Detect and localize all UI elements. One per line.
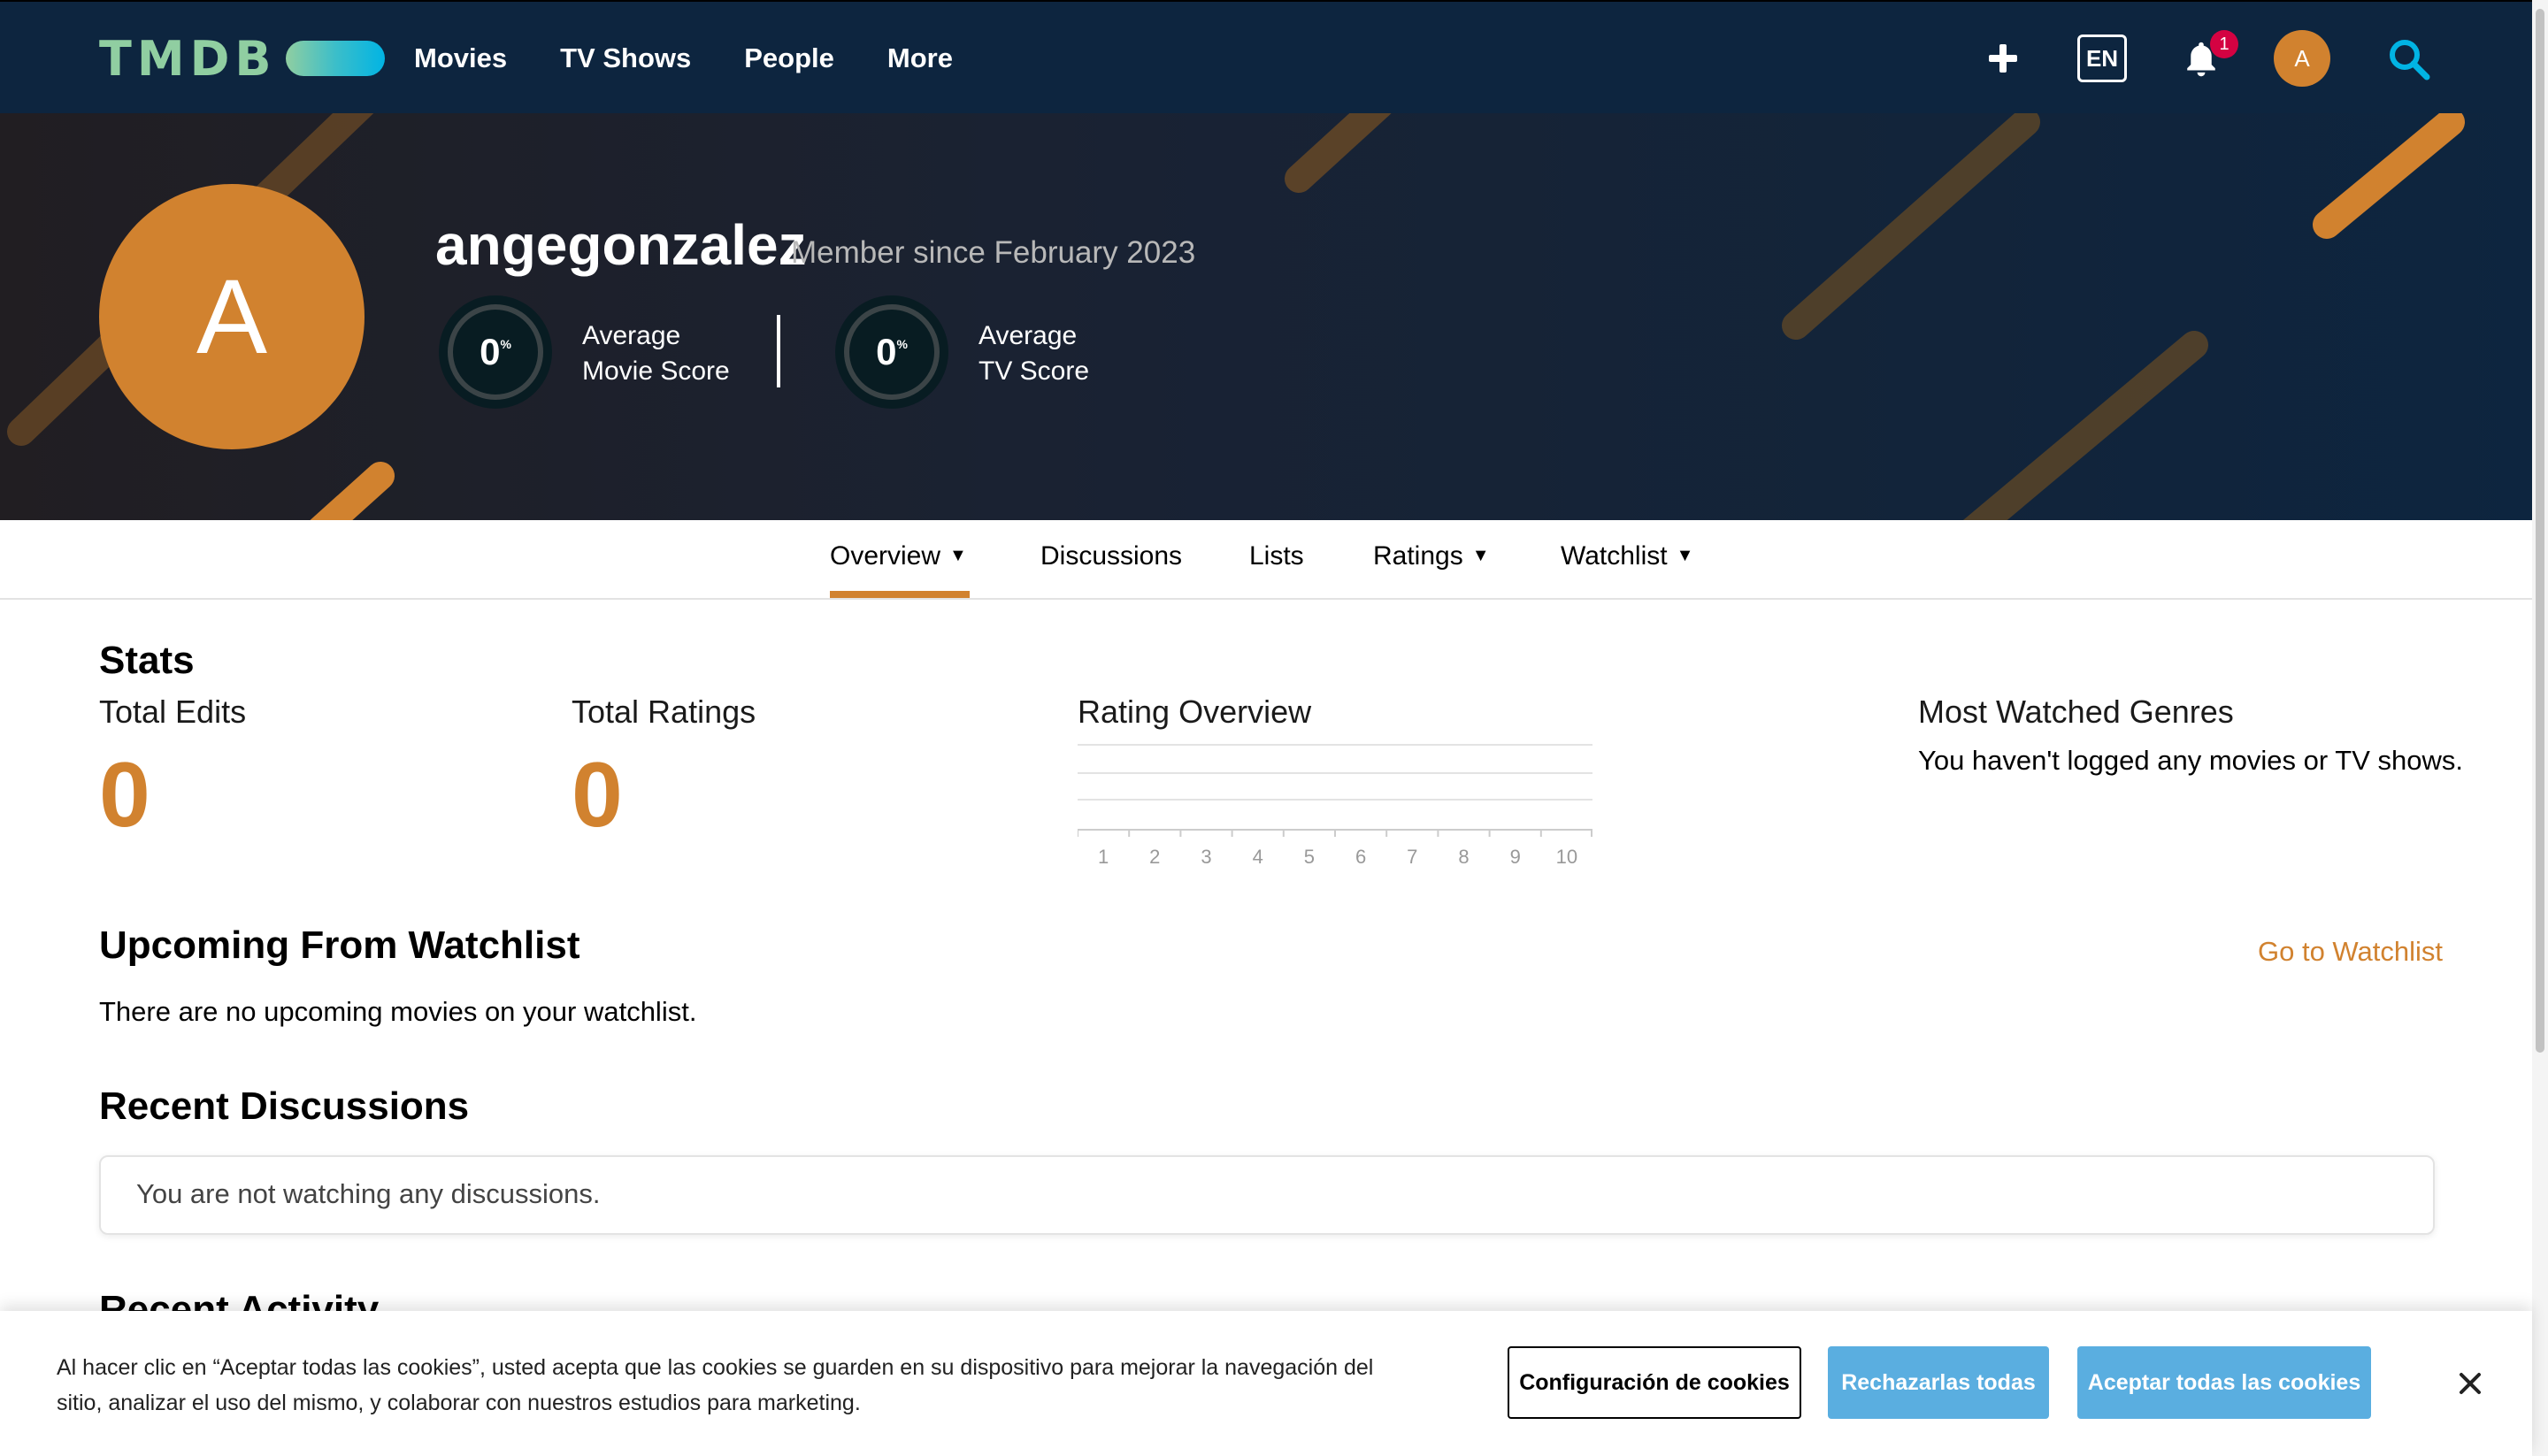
profile-username: angegonzalez — [435, 213, 807, 277]
logo-text: TMDB — [99, 30, 277, 87]
tab-overview[interactable]: Overview ▼ — [830, 541, 967, 571]
tmdb-logo[interactable]: TMDB — [99, 30, 385, 87]
rating-overview-label: Rating Overview — [1078, 694, 1312, 730]
score-divider — [777, 315, 780, 387]
tv-score-label: Average TV Score — [979, 321, 1090, 386]
go-to-watchlist-link[interactable]: Go to Watchlist — [2258, 936, 2443, 968]
tv-score-circle: 0% — [835, 295, 948, 409]
nav-item-more[interactable]: More — [887, 37, 953, 80]
total-edits-value: 0 — [99, 744, 150, 847]
rating-axis-label: 4 — [1253, 846, 1263, 868]
nav-item-tv-shows[interactable]: TV Shows — [560, 37, 691, 80]
stats-heading: Stats — [99, 639, 195, 682]
rating-axis-label: 1 — [1098, 846, 1109, 868]
cookie-consent-text: Al hacer clic en “Aceptar todas las cook… — [57, 1355, 1374, 1415]
top-navigation-bar: TMDB Movies TV Shows People More EN 1 A — [0, 0, 2532, 113]
rating-axis-label: 2 — [1149, 846, 1160, 868]
logo-pill-shape — [285, 41, 385, 76]
nav-item-people[interactable]: People — [744, 37, 834, 80]
movie-score-label: Average Movie Score — [582, 321, 730, 386]
rating-axis-label: 6 — [1355, 846, 1366, 868]
most-watched-genres-label: Most Watched Genres — [1918, 694, 2234, 730]
user-avatar-button[interactable]: A — [2274, 30, 2330, 87]
close-icon[interactable] — [2456, 1369, 2484, 1398]
total-edits-label: Total Edits — [99, 694, 247, 730]
profile-tabs: Overview ▼ Discussions Lists Ratings ▼ Wat… — [0, 520, 2532, 600]
main-nav: Movies TV Shows People More — [414, 37, 953, 80]
rating-axis-label: 3 — [1201, 846, 1211, 868]
tab-watchlist[interactable]: Watchlist ▼ — [1561, 541, 1693, 571]
genres-empty-message: You haven't logged any movies or TV show… — [1918, 745, 2463, 776]
rating-axis-label: 7 — [1407, 846, 1417, 868]
search-icon[interactable] — [2387, 37, 2431, 81]
rating-overview-chart: 1 2 3 4 5 6 7 8 9 10 — [1078, 744, 1592, 868]
tv-score-value: 0% — [876, 331, 908, 372]
movie-score-circle: 0% — [439, 295, 552, 409]
tab-ratings[interactable]: Ratings ▼ — [1373, 541, 1490, 571]
upcoming-empty-message: There are no upcoming movies on your wat… — [99, 996, 697, 1027]
active-tab-indicator — [830, 591, 970, 598]
member-since: Member since February 2023 — [791, 235, 1196, 270]
reject-all-cookies-button[interactable]: Rechazarlas todas — [1828, 1346, 2049, 1419]
upcoming-heading: Upcoming From Watchlist — [99, 923, 580, 967]
page-scrollbar[interactable] — [2532, 0, 2548, 1456]
profile-avatar: A — [99, 184, 365, 449]
profile-hero: A angegonzalez Member since February 202… — [0, 113, 2532, 520]
rating-axis-label: 9 — [1510, 846, 1521, 868]
cookie-banner: Al hacer clic en “Aceptar todas las cook… — [0, 1311, 2532, 1456]
recent-discussions-heading: Recent Discussions — [99, 1084, 470, 1128]
movie-score-value: 0% — [480, 331, 511, 372]
cookie-settings-button[interactable]: Configuración de cookies — [1508, 1346, 1801, 1419]
rating-axis-label: 8 — [1458, 846, 1469, 868]
nav-item-movies[interactable]: Movies — [414, 37, 507, 80]
discussions-empty-message: You are not watching any discussions. — [136, 1178, 601, 1209]
discussions-box: You are not watching any discussions. — [99, 1155, 2435, 1235]
notification-badge: 1 — [2210, 30, 2238, 58]
total-ratings-value: 0 — [572, 744, 623, 847]
accept-all-cookies-button[interactable]: Aceptar todas las cookies — [2077, 1346, 2371, 1419]
rating-axis-label: 5 — [1304, 846, 1315, 868]
language-button[interactable]: EN — [2077, 34, 2127, 82]
rating-axis-label: 10 — [1556, 846, 1577, 868]
tab-discussions[interactable]: Discussions — [1040, 541, 1182, 571]
plus-icon[interactable] — [1985, 41, 2021, 76]
scrollbar-thumb[interactable] — [2536, 9, 2544, 1053]
total-ratings-label: Total Ratings — [572, 694, 756, 730]
hero-background-stripes — [7, 113, 2465, 520]
tab-lists[interactable]: Lists — [1249, 541, 1304, 571]
